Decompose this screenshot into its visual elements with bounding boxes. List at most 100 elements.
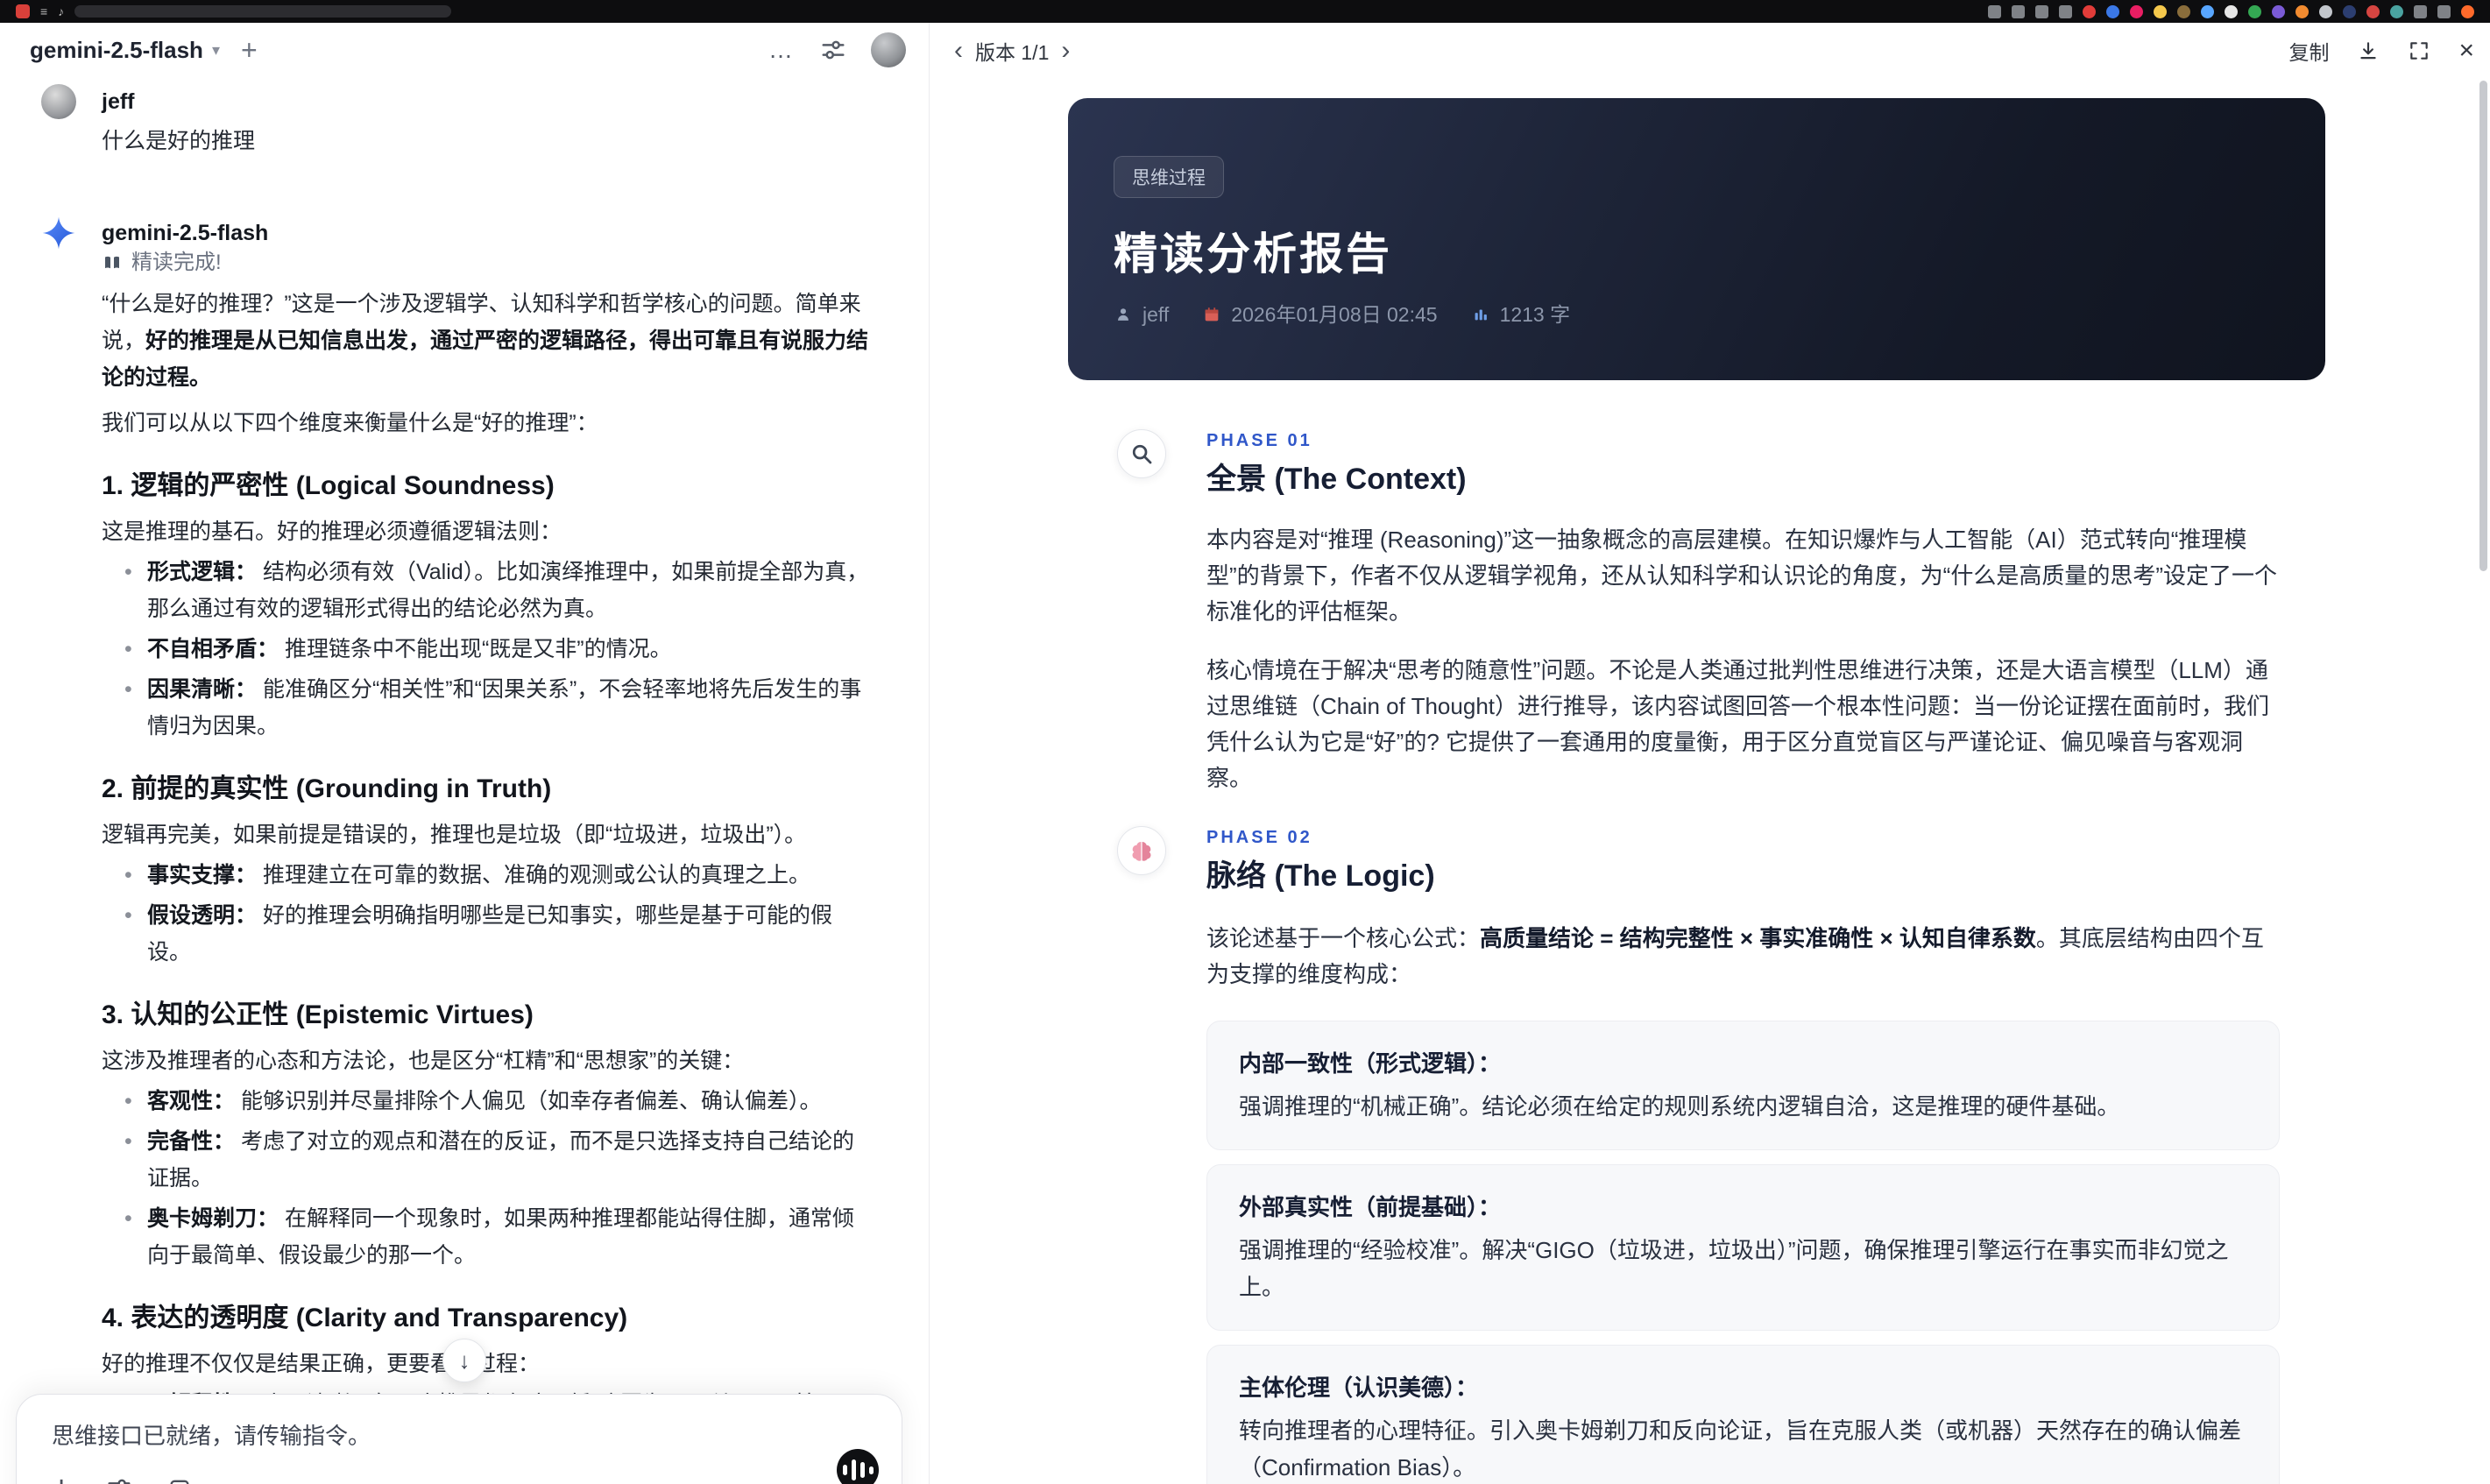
menubar-left-icons: ≡ ♪: [16, 4, 64, 18]
assistant-status-text: 精读完成!: [131, 251, 222, 274]
app-window: ≡ ♪ gemini-2.5-flash ▾ + … jeff 什么是好的推理 …: [0, 0, 2490, 1484]
chat-input[interactable]: 思维接口已就绪，请传输指令。: [52, 1421, 872, 1451]
dimension-card-title: 主体伦理（认识美德）：: [1239, 1374, 1479, 1401]
magnifier-glyph: [1132, 444, 1152, 464]
message-composer[interactable]: 思维接口已就绪，请传输指令。 +: [16, 1394, 902, 1484]
report-hero: 思维过程 精读分析报告 jeff 2026年01月08日 02:45 1213 …: [1068, 98, 2325, 380]
flame-icon[interactable]: [2461, 4, 2474, 18]
meta-author-text: jeff: [1142, 303, 1170, 326]
artifact-document[interactable]: 思维过程 精读分析报告 jeff 2026年01月08日 02:45 1213 …: [930, 79, 2490, 1484]
voice-input-button[interactable]: [837, 1449, 879, 1484]
app-icon[interactable]: [2083, 4, 2096, 18]
settings-sliders-button[interactable]: [820, 37, 846, 63]
meta-author: jeff: [1114, 301, 1169, 328]
meta-wordcount: 1213 字: [1471, 301, 1571, 328]
app-icon[interactable]: [2201, 4, 2214, 18]
phase-section-context: PHASE 01 全景 (The Context) 本内容是对“推理 (Reas…: [1117, 429, 2325, 796]
tools-button[interactable]: [106, 1475, 132, 1484]
bullet-marker: •: [124, 677, 132, 702]
bullet-marker: •: [124, 1206, 132, 1231]
assistant-bullet: • 奥卡姆剃刀： 在解释同一个现象时，如果两种推理都能站得住脚，通常倾向于最简单、…: [102, 1200, 874, 1274]
composer-actions: +: [52, 1472, 872, 1484]
assistant-bullet: • 完备性： 考虑了对立的观点和潜在的反证，而不是只选择支持自己结论的证据。: [102, 1123, 874, 1197]
dimension-card-title: 内部一致性（形式逻辑）：: [1239, 1050, 1502, 1077]
new-chat-button[interactable]: +: [241, 34, 258, 67]
assistant-bullet: • 形式逻辑： 结构必须有效（Valid）。比如演绎推理中，如果前提全部为真，那么…: [102, 554, 874, 627]
bullet-marker: •: [124, 637, 132, 661]
utility-icon[interactable]: [2414, 4, 2427, 18]
expand-icon: [2410, 42, 2429, 60]
app-icon[interactable]: [2390, 4, 2403, 18]
meta-date: 2026年01月08日 02:45: [1202, 301, 1438, 328]
utility-icon[interactable]: [2059, 4, 2072, 18]
app-icon[interactable]: [2366, 4, 2380, 18]
meta-wordcount-text: 1213 字: [1499, 303, 1571, 326]
assistant-status: 精读完成!: [102, 249, 874, 277]
app-icon[interactable]: [2319, 4, 2332, 18]
chat-panel: gemini-2.5-flash ▾ + … jeff 什么是好的推理 gemi…: [0, 23, 929, 1484]
utility-icon[interactable]: [1988, 4, 2001, 18]
artifact-paragraph: 本内容是对“推理 (Reasoning)”这一抽象概念的高层建模。在知识爆炸与人…: [1206, 526, 2277, 625]
dimension-card-body: 强调推理的“机械正确”。结论必须在给定的规则系统内逻辑自洽，这是推理的硬件基础。: [1239, 1093, 2120, 1120]
scroll-to-bottom-button[interactable]: ↓: [442, 1339, 486, 1382]
phase-body: PHASE 01 全景 (The Context) 本内容是对“推理 (Reas…: [1206, 429, 2280, 796]
utility-icon[interactable]: [2012, 4, 2025, 18]
app-icon[interactable]: [2177, 4, 2190, 18]
counter-icon: [1475, 309, 1487, 321]
fullscreen-button[interactable]: [2408, 39, 2430, 62]
report-meta: jeff 2026年01月08日 02:45 1213 字: [1114, 301, 2280, 328]
app-icon[interactable]: [2272, 4, 2285, 18]
more-options-button[interactable]: …: [768, 36, 796, 64]
app-icon[interactable]: [2343, 4, 2356, 18]
dimension-card: 外部真实性（前提基础）： 强调推理的“经验校准”。解决“GIGO（垃圾进，垃圾出）…: [1206, 1164, 2280, 1331]
assistant-bullet: • 因果清晰： 能准确区分“相关性”和“因果关系”，不会轻率地将先后发生的事情归为…: [102, 671, 874, 745]
book-icon: [105, 256, 119, 269]
app-icon[interactable]: [2106, 4, 2119, 18]
assistant-paragraph: “什么是好的推理？”这是一个涉及逻辑学、认知科学和哲学核心的问题。简单来说，好的…: [102, 292, 869, 390]
header-actions: …: [768, 32, 906, 67]
dimension-card-body: 转向推理者的心理特征。引入奥卡姆剃刀和反向论证，旨在克服人类（或机器）天然存在的…: [1239, 1417, 2242, 1480]
download-button[interactable]: [2357, 39, 2380, 62]
next-version-button[interactable]: ›: [1056, 38, 1075, 64]
assistant-paragraph: 好的推理不仅仅是结果正确，更要看清过程：: [102, 1352, 541, 1376]
copy-button[interactable]: 复制: [2288, 36, 2329, 66]
prev-version-button[interactable]: ‹: [949, 38, 968, 64]
canvas-button[interactable]: [167, 1476, 192, 1484]
app-icon[interactable]: [2225, 4, 2238, 18]
phase-title: 脉络 (The Logic): [1206, 859, 1435, 893]
menu-icon[interactable]: ≡: [40, 5, 47, 18]
chat-message-list[interactable]: jeff 什么是好的推理 gemini-2.5-flash 精读完成! “什么是…: [0, 77, 929, 1484]
dimension-card-title: 外部真实性（前提基础）：: [1239, 1194, 1502, 1220]
assistant-message-body: gemini-2.5-flash 精读完成! “什么是好的推理？”这是一个涉及逻…: [102, 216, 874, 1459]
chat-header: gemini-2.5-flash ▾ + …: [0, 23, 929, 77]
assistant-paragraph: 我们可以从以下四个维度来衡量什么是“好的推理”：: [102, 411, 598, 435]
artifact-panel: ‹ 版本 1/1 › 复制 × 思维过程 精读分析报告 jeff 2026年01…: [929, 23, 2490, 1484]
add-attachment-button[interactable]: +: [52, 1472, 71, 1484]
gemini-star-icon: [42, 216, 75, 250]
app-icon[interactable]: [2295, 4, 2309, 18]
record-app-icon[interactable]: [16, 4, 30, 18]
bullet-marker: •: [124, 1089, 132, 1113]
calendar-icon: [1205, 307, 1219, 322]
assistant-heading: 3. 认知的公正性 (Epistemic Virtues): [102, 1000, 534, 1029]
account-avatar[interactable]: [871, 32, 906, 67]
assistant-content: “什么是好的推理？”这是一个涉及逻辑学、认知科学和哲学核心的问题。简单来说，好的…: [102, 286, 874, 1459]
logic-formula: 该论述基于一个核心公式：高质量结论 = 结构完整性 × 事实准确性 × 认知自律…: [1206, 925, 2264, 987]
dimension-cards: 内部一致性（形式逻辑）： 强调推理的“机械正确”。结论必须在给定的规则系统内逻辑自…: [1206, 1021, 2280, 1484]
utility-icon[interactable]: [2035, 4, 2048, 18]
arrow-down-icon: ↓: [458, 1346, 470, 1374]
phase-section-logic: PHASE 02 脉络 (The Logic) 该论述基于一个核心公式：高质量结…: [1117, 826, 2325, 1484]
assistant-bullet: • 客观性： 能够识别并尽量排除个人偏见（如幸存者偏差、确认偏差）。: [102, 1083, 874, 1120]
magnifier-icon: [1117, 429, 1166, 478]
bullet-marker: •: [124, 863, 132, 887]
app-icon[interactable]: [2154, 4, 2167, 18]
close-panel-button[interactable]: ×: [2458, 38, 2474, 64]
utility-icon[interactable]: [2437, 4, 2451, 18]
scrollbar[interactable]: [2479, 81, 2487, 571]
app-icon[interactable]: [2130, 4, 2143, 18]
app-icon[interactable]: [2248, 4, 2261, 18]
model-selector[interactable]: gemini-2.5-flash ▾: [30, 37, 220, 64]
chevron-down-icon: ▾: [211, 40, 220, 59]
meta-date-text: 2026年01月08日 02:45: [1231, 303, 1438, 326]
note-icon[interactable]: ♪: [58, 5, 64, 18]
